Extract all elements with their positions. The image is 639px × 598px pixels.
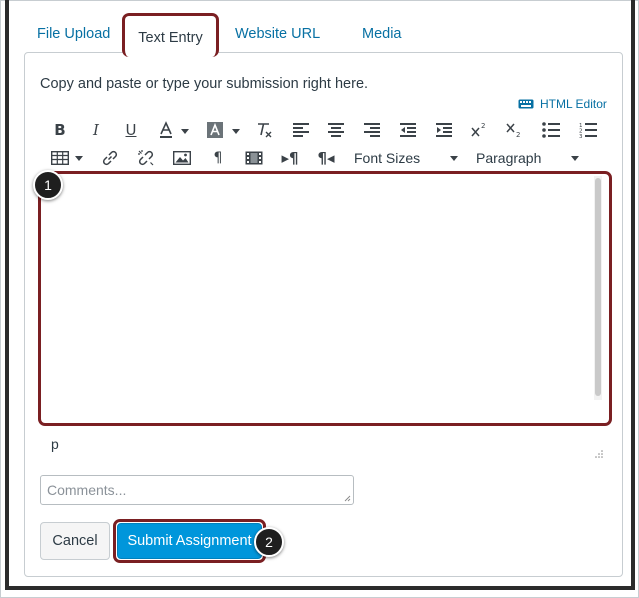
table-caret-icon[interactable] — [75, 156, 83, 161]
rtl-direction-button[interactable]: ¶◂ — [315, 147, 337, 169]
align-left-icon — [293, 123, 309, 137]
align-center-button[interactable] — [325, 119, 347, 141]
paragraph-format-caret-icon[interactable] — [571, 156, 579, 161]
clear-formatting-button[interactable] — [253, 119, 275, 141]
right-border — [631, 0, 635, 590]
cancel-button[interactable]: Cancel — [40, 522, 110, 560]
text-color-icon — [160, 121, 172, 138]
callout-badge-1: 1 — [33, 170, 63, 200]
html-editor-link[interactable]: HTML Editor — [518, 97, 607, 111]
link-button[interactable] — [99, 147, 121, 169]
unlink-button[interactable] — [135, 147, 157, 169]
text-color-button[interactable] — [155, 119, 177, 141]
bottom-border — [5, 586, 635, 590]
image-icon — [173, 151, 191, 165]
subscript-icon: 2 — [506, 123, 520, 138]
align-center-icon — [328, 123, 344, 137]
left-border — [5, 0, 9, 590]
editor-path-indicator: p — [51, 436, 59, 452]
image-button[interactable] — [171, 147, 193, 169]
paragraph-format-dropdown[interactable]: Paragraph — [476, 150, 541, 166]
text-color-caret-icon[interactable] — [181, 129, 189, 134]
indent-icon — [436, 123, 452, 137]
tab-text-entry[interactable]: Text Entry — [122, 13, 219, 57]
align-left-button[interactable] — [290, 119, 312, 141]
bullet-list-button[interactable] — [540, 119, 562, 141]
align-right-button[interactable] — [361, 119, 383, 141]
comments-resize-icon[interactable] — [344, 495, 351, 502]
numbered-list-icon: 1 2 3 — [579, 123, 597, 138]
font-sizes-caret-icon[interactable] — [450, 156, 458, 161]
html-editor-label: HTML Editor — [540, 97, 607, 111]
background-color-caret-icon[interactable] — [232, 129, 240, 134]
bullet-list-icon — [542, 122, 560, 138]
italic-button[interactable]: I — [85, 119, 107, 141]
rich-text-editor[interactable] — [38, 171, 612, 426]
svg-text:3: 3 — [579, 134, 583, 138]
outdent-icon — [400, 123, 416, 137]
link-icon — [102, 150, 118, 166]
superscript-button[interactable]: 2 — [468, 119, 490, 141]
align-right-icon — [364, 123, 380, 137]
resize-handle-icon[interactable] — [594, 449, 604, 459]
tab-website-url[interactable]: Website URL — [235, 26, 320, 46]
comments-field[interactable]: Comments... — [40, 475, 354, 505]
callout-badge-2: 2 — [254, 527, 284, 557]
tab-text-entry-label: Text Entry — [138, 29, 203, 46]
keyboard-icon — [518, 99, 534, 109]
editor-scrollbar-thumb[interactable] — [595, 178, 601, 396]
svg-text:2: 2 — [516, 131, 520, 138]
underline-button[interactable]: U — [120, 119, 142, 141]
tab-media[interactable]: Media — [362, 26, 402, 46]
media-button[interactable] — [243, 147, 265, 169]
superscript-icon: 2 — [471, 122, 485, 137]
indent-button[interactable] — [433, 119, 455, 141]
font-sizes-dropdown[interactable]: Font Sizes — [354, 150, 420, 166]
paragraph-mark-button[interactable]: ¶ — [207, 147, 229, 169]
background-color-icon — [207, 122, 223, 138]
clear-formatting-icon — [258, 123, 272, 138]
unlink-icon — [138, 150, 154, 166]
subscript-button[interactable]: 2 — [503, 119, 525, 141]
background-color-button[interactable] — [204, 119, 226, 141]
comments-placeholder: Comments... — [47, 482, 127, 498]
table-button[interactable] — [49, 147, 71, 169]
ltr-direction-button[interactable]: ▸¶ — [279, 147, 301, 169]
svg-text:2: 2 — [481, 122, 485, 130]
submit-assignment-button[interactable]: Submit Assignment — [117, 523, 262, 559]
tab-file-upload[interactable]: File Upload — [37, 26, 110, 46]
numbered-list-button[interactable]: 1 2 3 — [577, 119, 599, 141]
instructions-text: Copy and paste or type your submission r… — [40, 76, 369, 92]
bold-button[interactable]: B — [49, 119, 71, 141]
film-icon — [245, 151, 263, 165]
table-icon — [51, 151, 69, 165]
outdent-button[interactable] — [397, 119, 419, 141]
